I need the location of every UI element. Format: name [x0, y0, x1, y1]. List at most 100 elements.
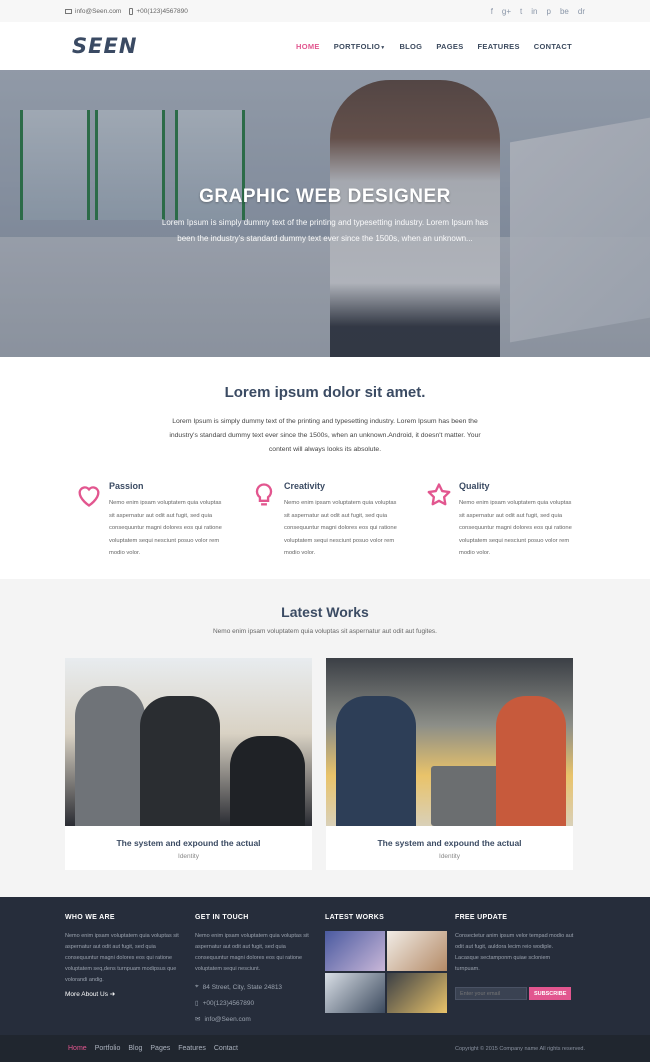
nav-item-portfolio-label: PORTFOLIO [333, 41, 381, 51]
footer-address-text: 84 Street, City, State 24813 [202, 983, 283, 991]
work-thumbnail[interactable] [325, 973, 385, 1013]
works-subtitle: Nemo enim ipsam voluptatem quia voluptas… [212, 628, 437, 635]
nav-item-contact[interactable]: CONTACT [534, 42, 572, 51]
main-nav: SEEN HOME PORTFOLIO▼ BLOG PAGES FEATURES… [0, 22, 650, 70]
copyright-text: Copyright © 2015 Company name All rights… [454, 1045, 585, 1052]
footer-link-pages[interactable]: Pages [150, 1045, 170, 1052]
work-thumbnail[interactable] [387, 931, 447, 971]
dribbble-icon[interactable]: dr [578, 7, 585, 16]
mail-icon [65, 8, 72, 14]
footer-heading: WHO WE ARE [65, 914, 115, 921]
top-phone-text: +00(123)4567890 [136, 7, 188, 15]
nav-item-portfolio[interactable]: PORTFOLIO▼ [334, 42, 386, 51]
work-card[interactable]: The system and expound the actual Identi… [326, 658, 573, 870]
nav-item-blog[interactable]: BLOG [399, 42, 422, 51]
work-caption: The system and expound the actual Identi… [326, 826, 573, 870]
footer-heading: FREE UPDATE [455, 914, 508, 921]
footer-email[interactable]: ✉ info@Seen.com [195, 1015, 315, 1024]
work-title[interactable]: The system and expound the actual [326, 838, 573, 848]
footer-nav: Home Portfolio Blog Pages Features Conta… [68, 1045, 238, 1052]
footer-link-features[interactable]: Features [178, 1045, 206, 1052]
footer-get-in-touch: GET IN TOUCH Nemo enim ipsam voluptatem … [195, 914, 315, 1023]
feature-title: Passion [109, 481, 144, 491]
chevron-down-icon: ▼ [380, 44, 386, 51]
feature-passion: Passion Nemo enim ipsam voluptatem quia … [75, 481, 225, 560]
twitter-icon[interactable]: t [520, 7, 522, 16]
google-plus-icon[interactable]: g+ [502, 7, 511, 16]
footer-heading: LATEST WORKS [325, 914, 385, 921]
phone-icon: ▯ [195, 1000, 199, 1007]
work-tag: Identity [439, 853, 460, 860]
figure [75, 686, 145, 826]
figure [230, 736, 305, 826]
top-bar: info@Seen.com +00(123)4567890 f g+ t in … [0, 0, 650, 22]
footer-phone-text: +00(123)4567890 [202, 999, 255, 1007]
footer-latest-works: LATEST WORKS [325, 914, 447, 1013]
pinterest-icon[interactable]: p [547, 7, 551, 16]
footer-heading: GET IN TOUCH [195, 914, 249, 921]
about-section: Lorem ipsum dolor sit amet. Lorem Ipsum … [0, 357, 650, 579]
nav-menu: HOME PORTFOLIO▼ BLOG PAGES FEATURES CONT… [296, 42, 572, 51]
work-card[interactable]: The system and expound the actual Identi… [65, 658, 312, 870]
works-cards: The system and expound the actual Identi… [65, 658, 573, 870]
phone-icon [129, 7, 134, 15]
email-field[interactable] [455, 987, 527, 1000]
behance-icon[interactable]: be [560, 7, 569, 16]
bottom-bar: Home Portfolio Blog Pages Features Conta… [0, 1035, 650, 1062]
footer-link-home[interactable]: Home [68, 1045, 87, 1052]
work-image-meeting[interactable] [65, 658, 312, 826]
footer-link-blog[interactable]: Blog [128, 1045, 142, 1052]
hero-text: Lorem Ipsum is simply dummy text of the … [161, 218, 489, 243]
work-thumbnails [325, 931, 447, 1013]
facebook-icon[interactable]: f [491, 7, 493, 16]
star-icon [425, 481, 453, 511]
work-image-office[interactable] [326, 658, 573, 826]
nav-item-home[interactable]: HOME [296, 42, 320, 51]
hero-content: GRAPHIC WEB DESIGNER Lorem Ipsum is simp… [0, 186, 650, 247]
footer-address: ⌖ 84 Street, City, State 24813 [195, 983, 315, 991]
feature-title: Creativity [284, 481, 326, 491]
more-about-link[interactable]: More About Us ➜ [65, 990, 185, 998]
top-phone: +00(123)4567890 [129, 7, 188, 15]
work-caption: The system and expound the actual Identi… [65, 826, 312, 870]
nav-item-pages[interactable]: PAGES [436, 42, 463, 51]
location-icon: ⌖ [195, 983, 199, 990]
work-thumbnail[interactable] [387, 973, 447, 1013]
feature-quality: Quality Nemo enim ipsam voluptatem quia … [425, 481, 575, 560]
top-email[interactable]: info@Seen.com [65, 8, 121, 15]
nav-item-features[interactable]: FEATURES [478, 42, 520, 51]
work-thumbnail[interactable] [325, 931, 385, 971]
laptop [431, 766, 501, 826]
footer-link-contact[interactable]: Contact [214, 1045, 238, 1052]
work-title[interactable]: The system and expound the actual [65, 838, 312, 848]
footer: WHO WE ARE Nemo enim ipsam voluptatem qu… [0, 897, 650, 1035]
footer-phone: ▯ +00(123)4567890 [195, 999, 315, 1008]
heart-icon [75, 481, 103, 511]
top-contact: info@Seen.com +00(123)4567890 [65, 7, 188, 15]
footer-text: Nemo enim ipsam voluptatem quia voluptas… [195, 933, 309, 972]
features-row: Passion Nemo enim ipsam voluptatem quia … [0, 481, 650, 560]
lightbulb-icon [250, 481, 278, 511]
footer-who-we-are: WHO WE ARE Nemo enim ipsam voluptatem qu… [65, 914, 185, 998]
footer-link-portfolio[interactable]: Portfolio [95, 1045, 121, 1052]
figure [140, 696, 220, 826]
feature-text: Nemo enim ipsam voluptatem quia voluptas… [459, 500, 572, 556]
footer-text: Nemo enim ipsam voluptatem quia voluptas… [65, 933, 179, 983]
subscribe-button[interactable]: SUBSCRIBE [529, 987, 572, 1000]
feature-title: Quality [459, 481, 490, 491]
mail-icon: ✉ [195, 1016, 201, 1023]
feature-text: Nemo enim ipsam voluptatem quia voluptas… [109, 500, 222, 556]
hero-banner: GRAPHIC WEB DESIGNER Lorem Ipsum is simp… [0, 70, 650, 357]
logo[interactable]: SEEN [72, 34, 137, 58]
feature-text: Nemo enim ipsam voluptatem quia voluptas… [284, 500, 397, 556]
about-text: Lorem Ipsum is simply dummy text of the … [169, 418, 481, 453]
footer-free-update: FREE UPDATE Consectetur anim ipsum velor… [455, 914, 575, 1000]
social-links: f g+ t in p be dr [491, 7, 585, 16]
figure [496, 696, 566, 826]
top-email-text: info@Seen.com [75, 7, 122, 15]
latest-works-section: Latest Works Nemo enim ipsam voluptatem … [0, 579, 650, 897]
hero-title: GRAPHIC WEB DESIGNER [199, 186, 451, 207]
linkedin-icon[interactable]: in [531, 7, 537, 16]
work-tag: Identity [178, 853, 199, 860]
figure [336, 696, 416, 826]
